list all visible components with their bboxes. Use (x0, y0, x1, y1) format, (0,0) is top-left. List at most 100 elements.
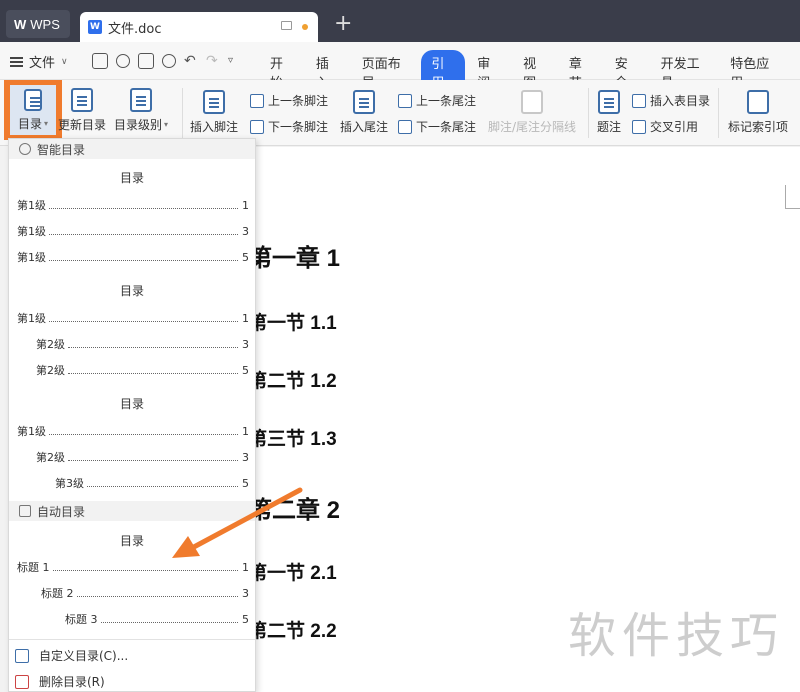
custom-toc-item[interactable]: 自定义目录(C)... (15, 647, 128, 664)
toc-line-page: 3 (242, 587, 249, 600)
word-doc-icon: W (88, 20, 102, 34)
refresh-toc-icon (71, 88, 93, 112)
chapter-heading: 第二章 2 (248, 497, 341, 524)
toc-level-icon (130, 88, 153, 112)
caption-icon (598, 90, 620, 114)
toc-line-label: 第1级 (17, 225, 46, 238)
toc-preview-line: 标题 3 5 (65, 611, 249, 627)
toc-leader-dots (68, 366, 238, 374)
toc-line-label: 第2级 (36, 451, 65, 464)
toc-preview-line: 标题 1 1 (17, 559, 249, 575)
new-tab-button[interactable]: + (334, 13, 352, 35)
toc-line-label: 标题 3 (65, 613, 98, 626)
ribbon-toolbar: 目录 ▾ 更新目录 目录级别 ▾ 插入脚注 上一条脚注 下一条脚注 插入尾注 上… (0, 80, 800, 146)
insert-footnote-button[interactable]: 插入脚注 (190, 90, 238, 135)
toc-level-button[interactable]: 目录级别 ▾ (114, 88, 168, 133)
auto-toc-icon (19, 505, 31, 517)
toc-preview-line: 第3级 5 (55, 475, 249, 491)
toc-line-page: 5 (242, 251, 249, 264)
export-pdf-icon[interactable] (116, 54, 130, 68)
cross-reference-label: 交叉引用 (650, 120, 699, 134)
quick-access-toolbar: ↶ ↷ ▿ (92, 53, 242, 69)
toc-leader-dots (49, 314, 238, 322)
footnote-separator-button[interactable]: 脚注/尾注分隔线 (488, 90, 576, 135)
toc-line-label: 标题 1 (17, 561, 50, 574)
toc-button[interactable]: 目录 ▾ (4, 80, 62, 140)
toc-preview-title: 目录 (119, 284, 144, 298)
toc-preview-line: 第1级 1 (17, 310, 249, 326)
update-toc-button[interactable]: 更新目录 (58, 88, 106, 133)
smart-toc-label: 智能目录 (37, 142, 86, 157)
wps-home-tab[interactable]: W WPS (6, 10, 70, 38)
toc-line-label: 第2级 (36, 364, 65, 377)
title-bar: W WPS W 文件.doc + (0, 0, 800, 42)
toc-preview-line: 标题 2 3 (41, 585, 249, 601)
next-endnote-label: 下一条尾注 (416, 120, 477, 134)
customize-toolbar-icon[interactable]: ▿ (228, 53, 242, 69)
caption-label: 题注 (597, 120, 622, 134)
cross-reference-icon (632, 119, 646, 134)
menu-bar: 文件 ∨ ↶ ↷ ▿ 开始插入页面布局引用审阅视图章节安全开发工具特色应用 (0, 42, 800, 94)
section-heading: 第二节 1.2 (248, 371, 337, 392)
toc-line-page: 1 (242, 199, 249, 212)
toc-line-label: 第2级 (36, 338, 65, 351)
toc-line-page: 3 (242, 338, 249, 351)
toc-leader-dots (76, 589, 238, 597)
toc-preview-line: 第2级 5 (36, 362, 249, 378)
prev-footnote-icon (250, 93, 264, 108)
delete-toc-icon (15, 674, 29, 689)
toc-line-page: 5 (242, 477, 249, 490)
section-heading: 第二节 2.2 (248, 621, 337, 642)
insert-table-of-figures-button[interactable]: 插入表目录 (632, 92, 710, 109)
toc-leader-dots (52, 563, 238, 571)
toc-line-page: 5 (242, 364, 249, 377)
toc-preview-line: 第2级 3 (36, 449, 249, 465)
toc-line-page: 1 (242, 561, 249, 574)
wps-logo-icon: W (14, 16, 27, 32)
prev-endnote-icon (398, 93, 412, 108)
undo-icon[interactable]: ↶ (184, 53, 198, 69)
toc-leader-dots (68, 340, 238, 348)
prev-endnote-button[interactable]: 上一条尾注 (398, 92, 476, 109)
document-tab-label: 文件.doc (108, 21, 162, 37)
separator-icon (521, 90, 544, 114)
monitor-icon[interactable] (281, 21, 292, 30)
toc-line-page: 3 (242, 451, 249, 464)
document-tab[interactable]: W 文件.doc (80, 12, 318, 42)
caption-button[interactable]: 题注 (597, 90, 621, 135)
cross-reference-button[interactable]: 交叉引用 (632, 118, 698, 135)
toc-leader-dots (49, 227, 238, 235)
next-footnote-label: 下一条脚注 (268, 120, 329, 134)
redo-icon[interactable]: ↷ (206, 53, 220, 69)
insert-footnote-label: 插入脚注 (190, 120, 239, 134)
caret-down-icon: ▾ (164, 120, 169, 129)
toc-leader-dots (68, 453, 238, 461)
toc-line-label: 第3级 (55, 477, 84, 490)
endnote-icon (353, 90, 375, 114)
toc-button-label: 目录 (17, 116, 42, 131)
prev-footnote-label: 上一条脚注 (268, 94, 329, 108)
toc-line-page: 5 (242, 613, 249, 626)
mark-index-button[interactable]: 标记索引项 (728, 90, 788, 135)
auto-toc-label: 自动目录 (37, 504, 86, 519)
toc-preview-line: 第1级 1 (17, 423, 249, 439)
delete-toc-item[interactable]: 删除目录(R) (15, 673, 105, 690)
insert-table-of-figures-label: 插入表目录 (650, 94, 711, 108)
insert-endnote-button[interactable]: 插入尾注 (340, 90, 388, 135)
hamburger-icon (10, 56, 23, 67)
prev-footnote-button[interactable]: 上一条脚注 (250, 92, 328, 109)
next-footnote-button[interactable]: 下一条脚注 (250, 118, 328, 135)
print-icon[interactable] (138, 53, 154, 69)
mark-index-label: 标记索引项 (728, 120, 789, 134)
wps-tab-label: WPS (30, 16, 60, 32)
chapter-heading: 第一章 1 (248, 245, 341, 272)
toc-preview-line: 第1级 1 (17, 197, 249, 213)
print-preview-icon[interactable] (162, 54, 176, 68)
file-menu-button[interactable]: 文件 ∨ (10, 52, 68, 71)
auto-toc-section-label: 自动目录 (9, 501, 255, 521)
save-icon[interactable] (92, 53, 108, 69)
toc-line-label: 第1级 (17, 199, 46, 212)
next-endnote-icon (398, 119, 412, 134)
toc-line-page: 1 (242, 312, 249, 325)
next-endnote-button[interactable]: 下一条尾注 (398, 118, 476, 135)
